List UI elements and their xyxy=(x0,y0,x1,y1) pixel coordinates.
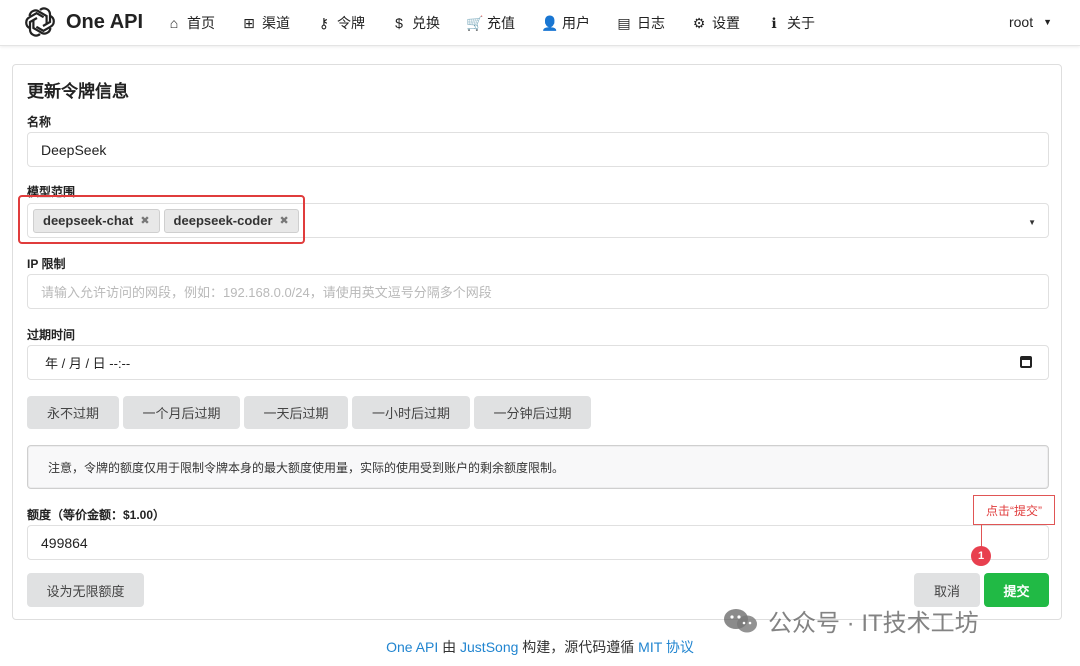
topup-icon: 🛒 xyxy=(466,14,484,31)
footer: One API 由 JustSong 构建，源代码遵循 MIT 协议 xyxy=(0,637,1080,657)
notice-text: 注意，令牌的额度仅用于限制令牌本身的最大额度使用量，实际的使用受到账户的剩余额度… xyxy=(48,460,565,475)
nav-item-redeem[interactable]: $ 兑换 xyxy=(391,13,440,33)
channels-icon: ⊞ xyxy=(243,14,255,31)
name-label: 名称 xyxy=(27,115,52,129)
footer-text: 构建，源代码遵循 xyxy=(518,639,639,655)
set-unlimited-button[interactable]: 设为无限额度 xyxy=(27,573,144,607)
quota-notice: 注意，令牌的额度仅用于限制令牌本身的最大额度使用量，实际的使用受到账户的剩余额度… xyxy=(27,445,1049,489)
submit-button[interactable]: 提交 xyxy=(984,573,1049,607)
users-icon: 👤 xyxy=(541,14,559,31)
tokens-icon: ⚷ xyxy=(318,14,330,31)
wechat-icon xyxy=(724,608,757,632)
chevron-down-icon: ▼ xyxy=(1043,17,1052,27)
nav-item-label: 设置 xyxy=(712,15,740,31)
nav-item-label: 充值 xyxy=(487,15,515,31)
quota-label: 额度（等价金额：$1.00） xyxy=(27,508,166,522)
home-icon: ⌂ xyxy=(169,15,179,31)
page-title: 更新令牌信息 xyxy=(27,82,129,101)
nav-item-label: 首页 xyxy=(187,15,215,31)
user-menu[interactable]: root ▼ xyxy=(1009,14,1052,30)
nav-menu: ⌂ 首页 ⊞ 渠道 ⚷ 令牌 $ 兑换 🛒 充值 👤 用户 ▤ 日志 ⚙ 设置 ℹ 关于 xyxy=(166,0,841,46)
nav-item-label: 关于 xyxy=(787,15,815,31)
nav-item-users[interactable]: 👤 用户 xyxy=(541,13,590,33)
about-icon: ℹ xyxy=(771,14,777,31)
footer-link-oneapi[interactable]: One API xyxy=(386,639,438,655)
expire-quick-buttons: 永不过期 一个月后过期 一天后过期 一小时后过期 一分钟后过期 xyxy=(27,396,595,429)
annotation-callout: 点击“提交” xyxy=(973,495,1055,525)
nav-item-logs[interactable]: ▤ 日志 xyxy=(616,13,665,33)
brand[interactable]: One API xyxy=(24,6,143,38)
nav-item-label: 兑换 xyxy=(412,15,440,31)
name-input-value: DeepSeek xyxy=(41,141,107,158)
annotation-highlight-box xyxy=(18,195,305,244)
nav-item-label: 日志 xyxy=(637,15,665,31)
annotation-line xyxy=(981,525,982,547)
ip-label: IP 限制 xyxy=(27,257,66,271)
chevron-down-icon[interactable]: ▼ xyxy=(1028,218,1036,227)
settings-icon: ⚙ xyxy=(692,14,706,31)
expire-option-button[interactable]: 一天后过期 xyxy=(244,396,348,429)
expire-option-button[interactable]: 一小时后过期 xyxy=(352,396,470,429)
nav-item-channels[interactable]: ⊞ 渠道 xyxy=(241,13,290,33)
username: root xyxy=(1008,14,1034,30)
nav-item-tokens[interactable]: ⚷ 令牌 xyxy=(316,13,365,33)
nav-item-label: 令牌 xyxy=(337,15,365,31)
edit-token-card: 更新令牌信息 名称 DeepSeek 模型范围 deepseek-chat ✖ de… xyxy=(12,64,1062,620)
expire-label: 过期时间 xyxy=(27,328,76,342)
ip-input-placeholder: 请输入允许访问的网段，例如：192.168.0.0/24，请使用英文逗号分隔多个… xyxy=(41,285,492,300)
footer-link-license[interactable]: MIT 协议 xyxy=(638,639,694,655)
expire-input-value: 年 / 月 / 日 --:-- xyxy=(45,356,131,371)
quota-input[interactable]: 499864 xyxy=(27,525,1049,560)
nav-item-settings[interactable]: ⚙ 设置 xyxy=(691,13,740,33)
expire-option-button[interactable]: 永不过期 xyxy=(27,396,119,429)
watermark: 公众号 · IT技术工坊 xyxy=(722,603,979,638)
logs-icon: ▤ xyxy=(617,14,631,31)
openai-logo-icon xyxy=(25,7,55,37)
calendar-icon[interactable] xyxy=(1020,356,1032,368)
expire-datetime-input[interactable]: 年 / 月 / 日 --:-- xyxy=(27,345,1049,380)
nav-item-label: 用户 xyxy=(562,15,590,31)
watermark-text: 公众号 · IT技术工坊 xyxy=(768,610,979,637)
nav-item-home[interactable]: ⌂ 首页 xyxy=(166,13,215,33)
brand-name: One API xyxy=(66,10,144,33)
name-input[interactable]: DeepSeek xyxy=(27,132,1049,167)
annotation-step-badge: 1 xyxy=(971,546,991,566)
top-navbar: One API ⌂ 首页 ⊞ 渠道 ⚷ 令牌 $ 兑换 🛒 充值 👤 用户 ▤ 日志 ⚙ 设置 ℹ 关于 root… xyxy=(0,0,1080,46)
nav-item-topup[interactable]: 🛒 充值 xyxy=(466,13,515,33)
footer-link-author[interactable]: JustSong xyxy=(460,639,518,655)
quota-input-value: 499864 xyxy=(41,534,88,551)
ip-input[interactable]: 请输入允许访问的网段，例如：192.168.0.0/24，请使用英文逗号分隔多个… xyxy=(27,274,1049,309)
nav-item-label: 渠道 xyxy=(262,15,290,31)
footer-text: 由 xyxy=(438,639,461,655)
expire-option-button[interactable]: 一分钟后过期 xyxy=(474,396,591,429)
expire-option-button[interactable]: 一个月后过期 xyxy=(123,396,240,429)
nav-item-about[interactable]: ℹ 关于 xyxy=(766,13,815,33)
cancel-button[interactable]: 取消 xyxy=(914,573,980,607)
redeem-icon: $ xyxy=(395,15,403,31)
